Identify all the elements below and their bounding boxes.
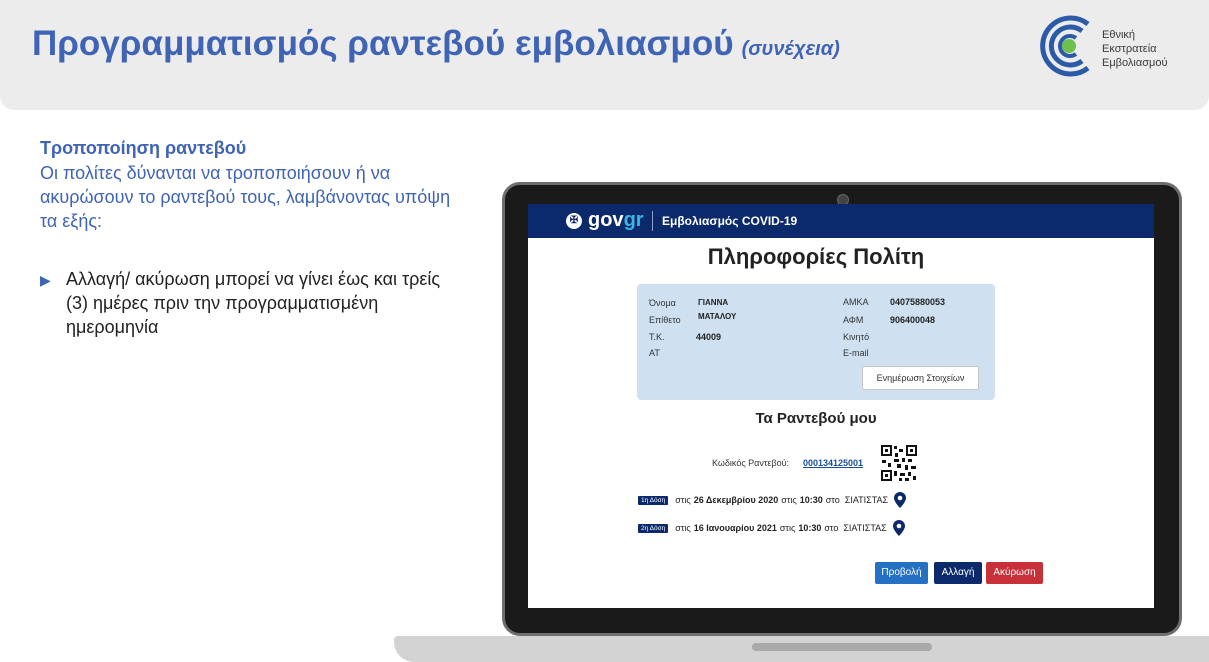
map-pin-icon[interactable]	[894, 492, 907, 508]
logo-line: Εκστρατεία	[1102, 43, 1157, 55]
map-pin-icon[interactable]	[892, 520, 905, 536]
id-label: ΑΤ	[649, 348, 660, 358]
campaign-logo: Εθνική Εκστρατεία Εμβολιασμού	[1036, 14, 1196, 84]
appointment-code-link[interactable]: 000134125001	[803, 458, 863, 468]
header-divider	[652, 211, 653, 231]
dose-text: στις	[779, 523, 796, 533]
campaign-logo-text: Εθνική Εκστρατεία Εμβολιασμού	[1102, 28, 1167, 70]
section-intro: Οι πολίτες δύνανται να τροποποιήσουν ή ν…	[40, 163, 451, 231]
dose-date: 16 Ιανουαρίου 2021	[693, 523, 777, 533]
change-button[interactable]: Αλλαγή	[934, 562, 982, 584]
bullet-item: ▶ Αλλαγή/ ακύρωση μπορεί να γίνει έως κα…	[40, 267, 460, 339]
postcode-label: Τ.Κ.	[649, 332, 665, 342]
update-details-button[interactable]: Ενημέρωση Στοιχείων	[862, 366, 979, 390]
first-name-label: Όνομα	[649, 298, 676, 308]
dose-text: στο	[824, 523, 839, 533]
last-name-label: Επίθετο	[649, 315, 681, 325]
section-heading: Τροποποίηση ραντεβού	[40, 138, 247, 158]
dose-time: 10:30	[798, 523, 822, 533]
qr-code-icon	[880, 444, 918, 482]
last-name-value: ΜΑΤΑΛΟΥ	[698, 312, 737, 321]
laptop-hinge	[752, 643, 932, 651]
dose-place: ΣΙΑΤΙΣΤΑΣ	[843, 523, 887, 533]
email-label: E-mail	[843, 348, 869, 358]
govgr-logo-gr: gr	[623, 209, 644, 231]
dose-date: 26 Δεκεμβρίου 2020	[693, 495, 779, 505]
dose-place: ΣΙΑΤΙΣΤΑΣ	[844, 495, 889, 505]
amka-label: ΑΜΚΑ	[843, 297, 869, 307]
appointment-code-label: Κωδικός Ραντεβού:	[712, 458, 790, 468]
slide-title-text: Προγραμματισμός ραντεβού εμβολιασμού	[32, 24, 734, 63]
dose-text: στις	[781, 495, 797, 505]
citizen-info-panel: Όνομα ΓΙΑΝΝΑ Επίθετο ΜΑΤΑΛΟΥ Τ.Κ. 44009 …	[637, 284, 995, 400]
dose-row: 2η Δόση στις 16 Ιανουαρίου 2021 στις 10:…	[638, 520, 905, 536]
greek-emblem-icon: ✠	[566, 213, 582, 229]
afm-label: ΑΦΜ	[843, 315, 864, 325]
dose-badge: 2η Δόση	[638, 523, 669, 533]
appointments-title: Τα Ραντεβού μου	[755, 410, 877, 427]
dose-text: στο	[825, 495, 840, 505]
postcode-value: 44009	[696, 332, 722, 342]
bullet-text: Αλλαγή/ ακύρωση μπορεί να γίνει έως και …	[66, 269, 441, 337]
service-name: Εμβολιασμός COVID-19	[662, 214, 798, 228]
play-arrow-icon: ▶	[40, 272, 51, 288]
dose-row: 1η Δόση στις 26 Δεκεμβρίου 2020 στις 10:…	[638, 492, 907, 508]
govgr-logo-gov: gov	[588, 209, 624, 231]
content-column: Τροποποίηση ραντεβού Οι πολίτες δύνανται…	[40, 138, 460, 339]
govgr-logo[interactable]: govgr	[588, 209, 644, 232]
campaign-logo-icon	[1040, 15, 1090, 77]
dose-text: στις	[675, 495, 691, 505]
afm-value: 906400048	[890, 315, 936, 325]
logo-line: Εμβολιασμού	[1102, 57, 1168, 69]
first-name-value: ΓΙΑΝΝΑ	[698, 298, 729, 307]
page-title: Πληροφορίες Πολίτη	[707, 244, 925, 269]
slide-title: Προγραμματισμός ραντεβού εμβολιασμού (συν…	[32, 24, 840, 64]
slide-subtitle: (συνέχεια)	[741, 38, 840, 60]
laptop-screen: ✠ govgr Εμβολιασμός COVID-19 Πληροφορίες…	[528, 204, 1154, 608]
portal-header: ✠ govgr Εμβολιασμός COVID-19	[528, 204, 1154, 238]
dose-time: 10:30	[799, 495, 823, 505]
amka-value: 04075880053	[890, 297, 946, 307]
logo-line: Εθνική	[1102, 29, 1136, 41]
preview-button[interactable]: Προβολή	[875, 562, 928, 584]
slide-header: Προγραμματισμός ραντεβού εμβολιασμού (συν…	[0, 0, 1209, 110]
dose-badge: 1η Δόση	[638, 495, 669, 505]
dose-text: στις	[675, 523, 691, 533]
mobile-label: Κινητό	[843, 332, 870, 342]
cancel-button[interactable]: Ακύρωση	[986, 562, 1043, 584]
